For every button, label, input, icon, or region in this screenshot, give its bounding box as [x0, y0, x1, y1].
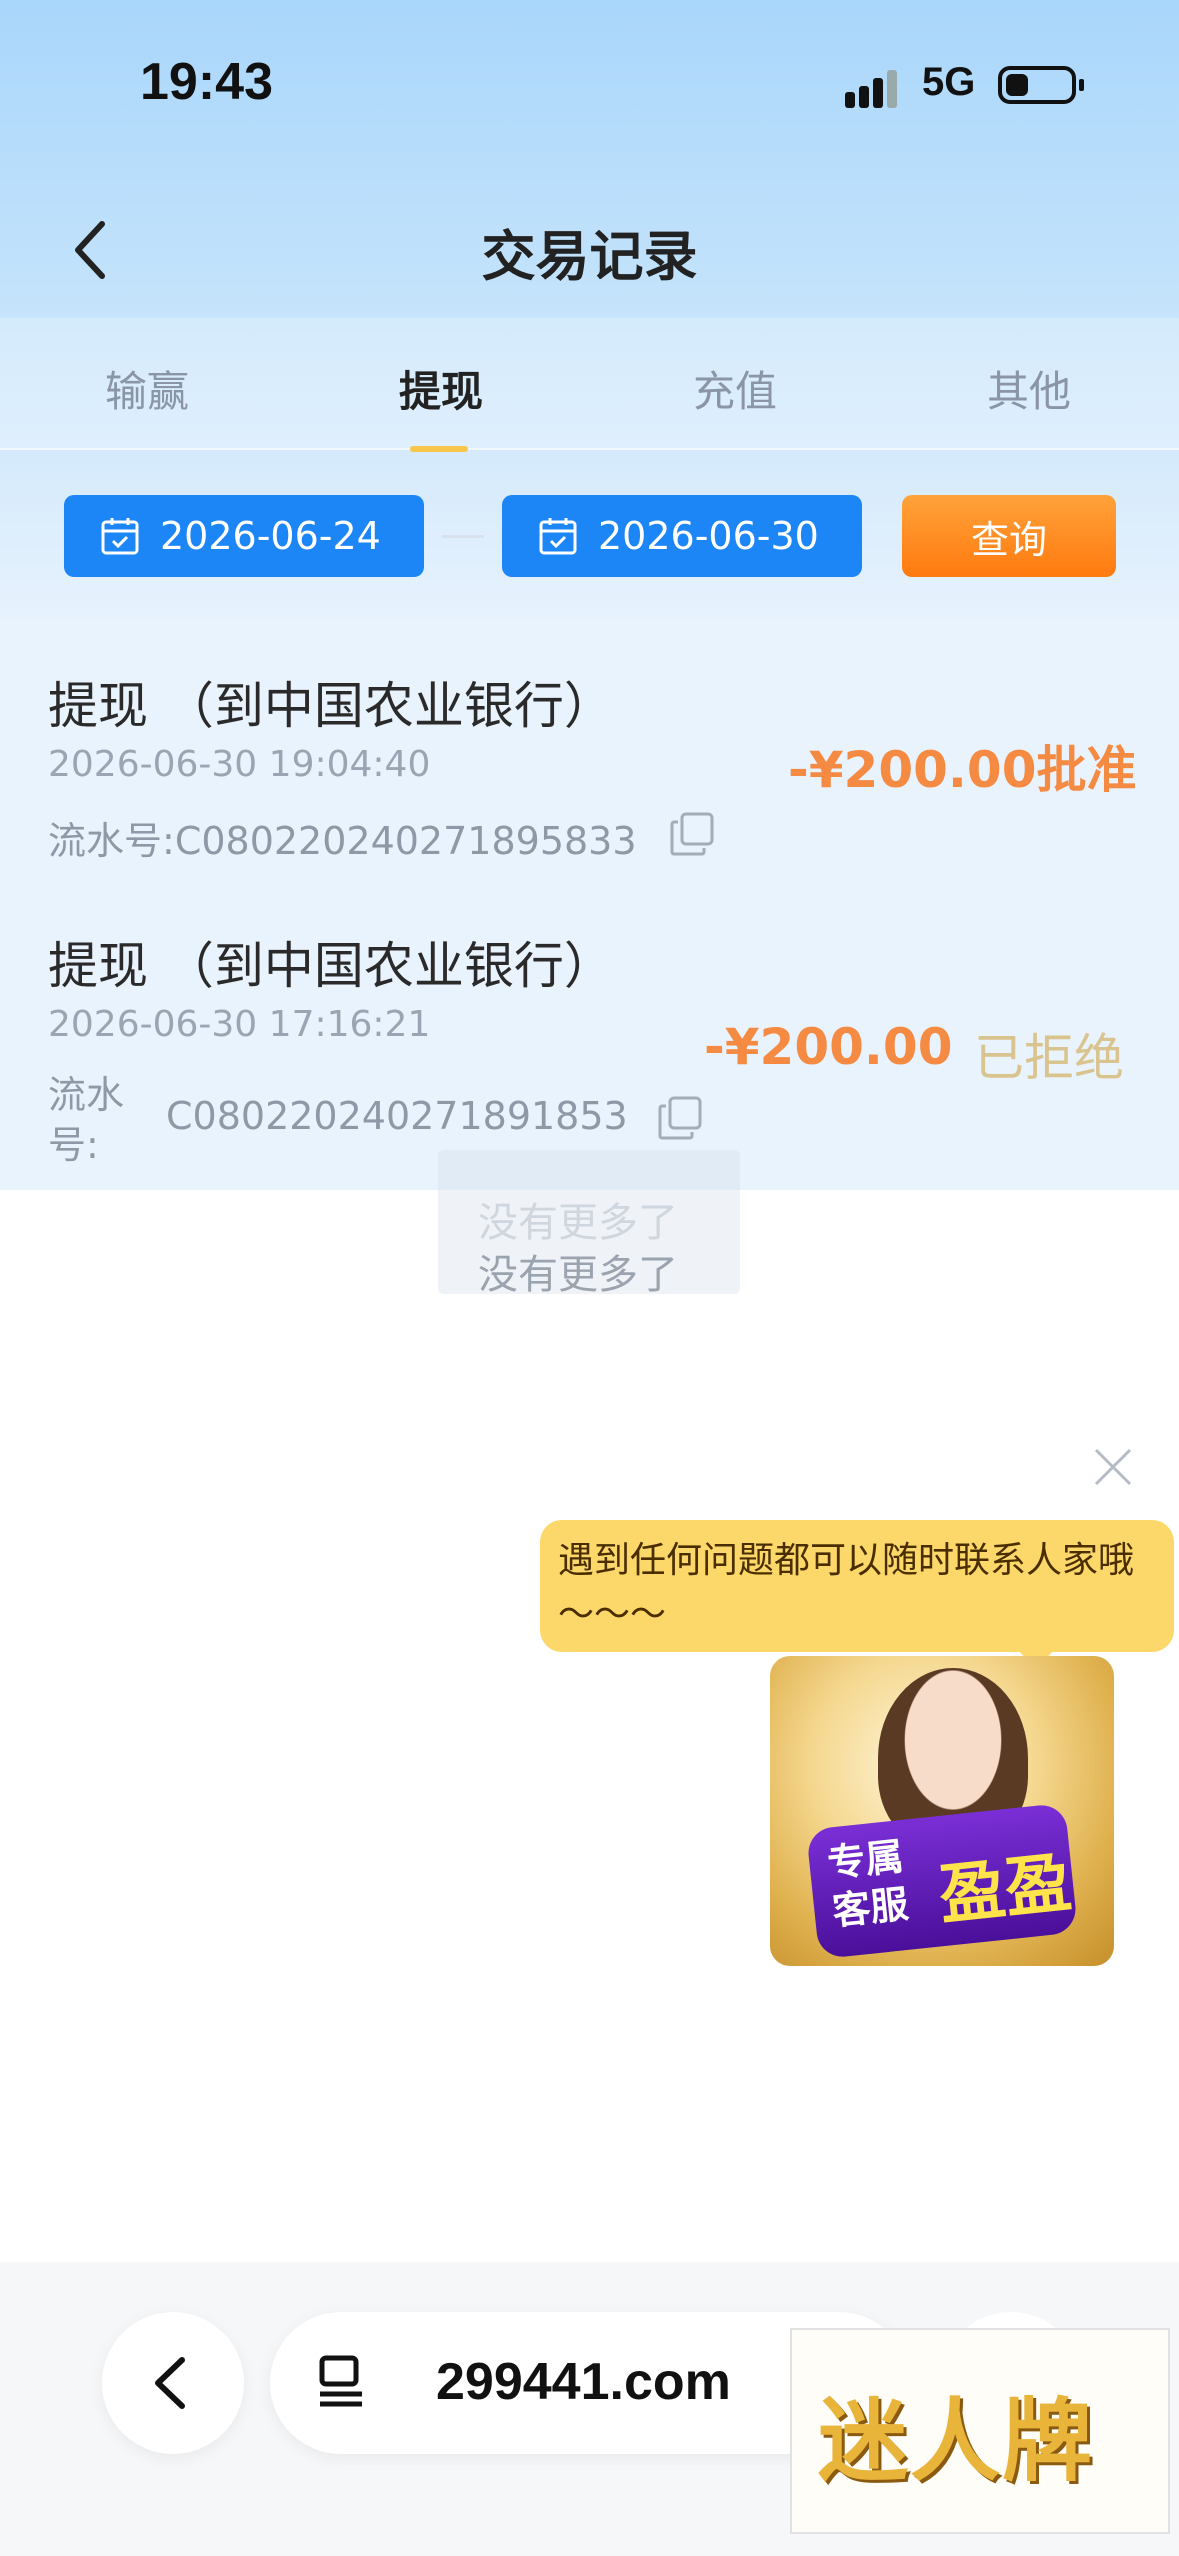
badge-line2: 客服 — [830, 1881, 911, 1934]
url-text: 299441.com — [436, 2353, 731, 2411]
record-status: 已拒绝 — [974, 1029, 1124, 1087]
serial-label: 流水 号: — [48, 1070, 124, 1170]
calendar-icon — [101, 518, 139, 555]
battery-level — [1006, 74, 1028, 96]
end-date-value: 2026-06-30 — [598, 514, 819, 558]
page-icon — [319, 2355, 362, 2407]
amount-value: -¥200.00 — [788, 741, 1037, 799]
tab-other[interactable]: 其他 — [882, 358, 1176, 419]
record-title: 提现 （到中国农业银行） — [48, 937, 614, 995]
record-time: 2026-06-30 19:04:40 — [48, 744, 431, 785]
battery-icon — [998, 66, 1084, 104]
serial-number: C080220240271891853 — [166, 1094, 628, 1138]
serial-label-line1: 流水 — [48, 1073, 125, 1117]
tab-deposit[interactable]: 充值 — [588, 358, 882, 419]
network-type: 5G — [922, 60, 976, 104]
signal-icon — [845, 68, 905, 108]
end-date-picker[interactable]: 2026-06-30 — [502, 495, 862, 577]
tab-bar: 输赢 提现 充值 其他 — [0, 318, 1179, 452]
status-time: 19:43 — [140, 53, 273, 111]
record-time: 2026-06-30 17:16:21 — [48, 1004, 431, 1045]
no-more-ghost-text: 没有更多了 — [478, 1200, 678, 1246]
record-serial: 流水号:C080220240271895833 — [48, 810, 637, 865]
badge-line1: 专属 — [825, 1834, 906, 1886]
copy-icon[interactable] — [668, 810, 716, 858]
browser-back-button[interactable] — [102, 2312, 244, 2454]
close-icon[interactable] — [1088, 1442, 1138, 1492]
badge-name: 盈盈 — [935, 1843, 1075, 1935]
record-amount: -¥200.00批准 — [788, 730, 1137, 802]
ad-logo-text: 迷人牌 — [818, 2388, 1094, 2494]
service-badge: 专属 客服 盈盈 — [805, 1802, 1079, 1960]
tab-withdraw[interactable]: 提现 — [294, 358, 588, 419]
tab-win-loss[interactable]: 输赢 — [0, 358, 294, 419]
service-message-bubble[interactable]: 遇到任何问题都可以随时联系人家哦～～～ — [540, 1520, 1174, 1670]
copy-icon[interactable] — [656, 1094, 704, 1142]
start-date-picker[interactable]: 2026-06-24 — [64, 495, 424, 577]
status-bar: 19:43 5G — [0, 0, 1179, 170]
serial-label: 流水号: — [48, 819, 175, 863]
start-date-value: 2026-06-24 — [160, 514, 381, 558]
customer-service-avatar[interactable]: 专属 客服 盈盈 — [770, 1656, 1114, 1966]
query-button[interactable]: 查询 — [902, 495, 1116, 577]
page-title: 交易记录 — [481, 225, 698, 288]
ad-banner[interactable]: 迷人牌 — [790, 2328, 1170, 2534]
serial-number: C080220240271895833 — [174, 819, 637, 863]
no-more-text: 没有更多了 — [478, 1252, 678, 1298]
record-status: 批准 — [1036, 741, 1137, 799]
amount-value: -¥200.00 — [704, 1018, 953, 1076]
active-tab-indicator — [410, 446, 468, 452]
date-range-separator — [442, 535, 484, 538]
calendar-icon — [539, 518, 577, 555]
record-title: 提现 （到中国农业银行） — [48, 677, 614, 735]
chevron-left-icon — [155, 2357, 185, 2409]
serial-label-line2: 号: — [48, 1123, 99, 1167]
